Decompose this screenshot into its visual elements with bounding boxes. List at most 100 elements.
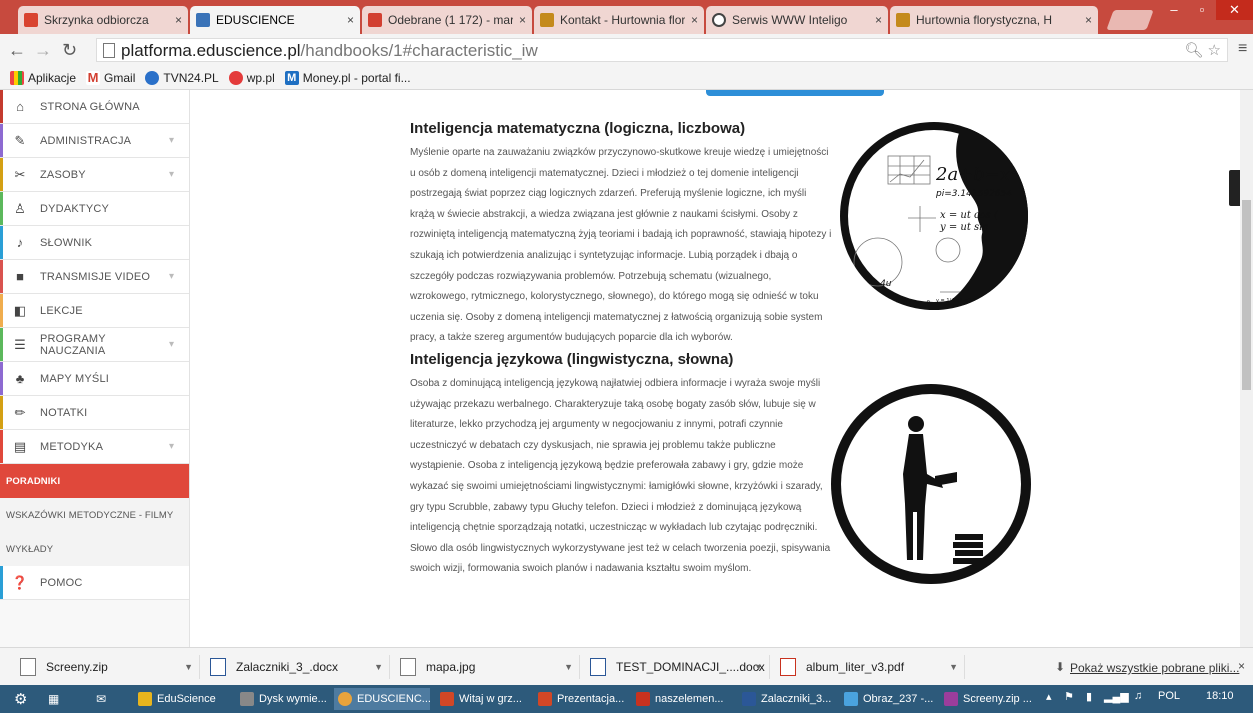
maximize-button[interactable]: ▫	[1188, 0, 1216, 20]
minimize-button[interactable]: –	[1160, 0, 1188, 20]
money-icon: M	[284, 70, 299, 85]
tab-kontakt[interactable]: Kontakt - Hurtownia floryst×	[534, 6, 704, 34]
browser-toolbar: ← → ↻ platforma.eduscience.pl/handbooks/…	[0, 34, 1253, 66]
close-icon[interactable]: ×	[175, 13, 182, 27]
menu-icon[interactable]: ≡	[1238, 40, 1247, 58]
bookmark-apps[interactable]: Aplikacje	[10, 70, 76, 85]
windows-start-icon[interactable]: ▦	[44, 688, 70, 710]
sidebar-subitem[interactable]: PORADNIKI	[0, 464, 189, 498]
sidebar-item[interactable]: ■ TRANSMISJE VIDEO ▾	[0, 260, 189, 294]
close-icon[interactable]: ×	[1238, 659, 1245, 673]
sidebar-accent	[0, 430, 3, 463]
chevron-down-icon[interactable]: ▼	[754, 662, 763, 672]
sidebar-item[interactable]: ☰ PROGRAMY NAUCZANIA ▾	[0, 328, 189, 362]
tab-hurtownia[interactable]: Hurtownia florystyczna, H ×	[890, 6, 1098, 34]
section-title: Inteligencja matematyczna (logiczna, lic…	[410, 120, 746, 137]
bookmark-wp[interactable]: wp.pl	[228, 70, 275, 85]
settings-icon[interactable]: ⚙	[10, 688, 34, 710]
sidebar-item[interactable]: ♣ MAPY MYŚLI	[0, 362, 189, 396]
chevron-down-icon[interactable]: ▼	[949, 662, 958, 672]
sidebar-accent	[0, 362, 3, 395]
close-icon[interactable]: ×	[875, 13, 882, 27]
browser-window: Skrzynka odbiorcza × EDUSCIENCE × Odebrane…	[0, 0, 1253, 713]
book-open-icon: ▤	[13, 438, 27, 454]
tab-eduscience[interactable]: EDUSCIENCE ×	[190, 6, 360, 34]
bookmark-gmail[interactable]: M Gmail	[86, 70, 135, 85]
top-button[interactable]	[706, 90, 884, 96]
chevron-down-icon: ▾	[169, 135, 175, 146]
sidebar-item[interactable]: ✏ NOTATKI	[0, 396, 189, 430]
back-icon[interactable]: ←	[8, 40, 26, 60]
download-item[interactable]: Screeny.zip ▼	[20, 655, 200, 679]
sidebar-item-label: ADMINISTRACJA	[40, 134, 132, 147]
tab-inbox[interactable]: Skrzynka odbiorcza ×	[18, 6, 188, 34]
tray-volume-icon[interactable]: ♫	[1134, 690, 1142, 702]
sidebar-item[interactable]: ⌂ STRONA GŁÓWNA	[0, 90, 189, 124]
address-bar[interactable]: platforma.eduscience.pl/handbooks/1#char…	[96, 38, 1228, 62]
close-icon[interactable]: ×	[519, 13, 526, 27]
close-icon[interactable]: ×	[1085, 13, 1092, 27]
section-text: Myślenie oparte na zauważaniu związków p…	[410, 147, 832, 344]
taskbar-item[interactable]: EDUSCIENC...	[334, 688, 430, 710]
florist-icon	[540, 13, 554, 27]
zoom-icon[interactable]: 🔍︎	[1184, 42, 1203, 59]
download-item[interactable]: Zalaczniki_3_.docx ▼	[210, 655, 390, 679]
taskbar-item[interactable]: EduScience	[134, 688, 232, 710]
sidebar-accent	[0, 90, 3, 123]
bookmark-tvn24[interactable]: TVN24.PL	[145, 70, 219, 85]
tray-arrow-icon[interactable]: ▴	[1046, 690, 1052, 703]
sidebar-item[interactable]: ▤ METODYKA ▾	[0, 430, 189, 464]
tray-flag-icon[interactable]: ⚑	[1064, 690, 1074, 703]
clock[interactable]: 18:10	[1206, 690, 1234, 702]
taskbar-item[interactable]: Prezentacja...	[534, 688, 626, 710]
new-tab-button[interactable]	[1106, 10, 1154, 30]
taskbar-item[interactable]: Obraz_237 -...	[840, 688, 934, 710]
forward-icon[interactable]: →	[34, 40, 52, 60]
close-icon[interactable]: ×	[691, 13, 698, 27]
sidebar-item[interactable]: ✂ ZASOBY ▾	[0, 158, 189, 192]
sidebar-item-help[interactable]: ❓ POMOC	[0, 566, 189, 600]
scrollbar-thumb[interactable]	[1242, 200, 1251, 390]
reload-icon[interactable]: ↻	[62, 40, 77, 60]
close-icon[interactable]: ×	[347, 13, 354, 27]
chevron-down-icon[interactable]: ▼	[184, 662, 193, 672]
sidebar-item-label: LEKCJE	[40, 304, 83, 317]
sidebar-item[interactable]: ✎ ADMINISTRACJA ▾	[0, 124, 189, 158]
scrollbar[interactable]	[1240, 90, 1253, 647]
star-icon[interactable]: ☆	[1208, 42, 1221, 59]
sidebar-subitem[interactable]: WYKŁADY	[0, 532, 189, 566]
taskbar-item[interactable]: Dysk wymie...	[236, 688, 328, 710]
sidebar-item[interactable]: ◧ LEKCJE	[0, 294, 189, 328]
chevron-down-icon[interactable]: ▼	[374, 662, 383, 672]
chrome-icon	[338, 692, 352, 706]
eduscience-icon	[196, 13, 210, 27]
mail-icon[interactable]: ✉	[92, 688, 118, 710]
language-indicator[interactable]: POL	[1158, 690, 1180, 702]
word-icon	[742, 692, 756, 706]
download-item[interactable]: album_liter_v3.pdf ▼	[780, 655, 965, 679]
tab-gmail[interactable]: Odebrane (1 172) - martai ×	[362, 6, 532, 34]
taskbar-item[interactable]: Zalaczniki_3...	[738, 688, 834, 710]
chevron-down-icon[interactable]: ▼	[564, 662, 573, 672]
bookmark-money[interactable]: M Money.pl - portal fi...	[284, 70, 411, 85]
show-all-downloads-link[interactable]: Pokaż wszystkie pobrane pliki...	[1070, 661, 1239, 675]
taskbar-item[interactable]: naszelemen...	[632, 688, 732, 710]
mail-icon	[24, 13, 38, 27]
bookmarks-bar: Aplikacje M Gmail TVN24.PL wp.pl M Money.p…	[0, 66, 1253, 90]
tray-signal-icon[interactable]: ▂▄▆	[1104, 690, 1129, 703]
close-window-button[interactable]: ✕	[1216, 0, 1253, 20]
tab-inteligo[interactable]: Serwis WWW Inteligo ×	[706, 6, 888, 34]
sidebar-accent	[0, 124, 3, 157]
florist-icon	[896, 13, 910, 27]
pdf-icon	[636, 692, 650, 706]
sidebar-accent	[0, 294, 3, 327]
sidebar-subitem[interactable]: WSKAZÓWKI METODYCZNE - FILMY	[0, 498, 189, 532]
sidebar-item[interactable]: ♪ SŁOWNIK	[0, 226, 189, 260]
download-item[interactable]: mapa.jpg ▼	[400, 655, 580, 679]
taskbar-item[interactable]: Screeny.zip ...	[940, 688, 1034, 710]
sidebar-item[interactable]: ♙ DYDAKTYCY	[0, 192, 189, 226]
sidebar-accent	[0, 566, 3, 599]
download-item[interactable]: TEST_DOMINACJI_....docx ▼	[590, 655, 770, 679]
taskbar-item[interactable]: Witaj w grz...	[436, 688, 528, 710]
tray-battery-icon[interactable]: ▮	[1086, 690, 1092, 703]
